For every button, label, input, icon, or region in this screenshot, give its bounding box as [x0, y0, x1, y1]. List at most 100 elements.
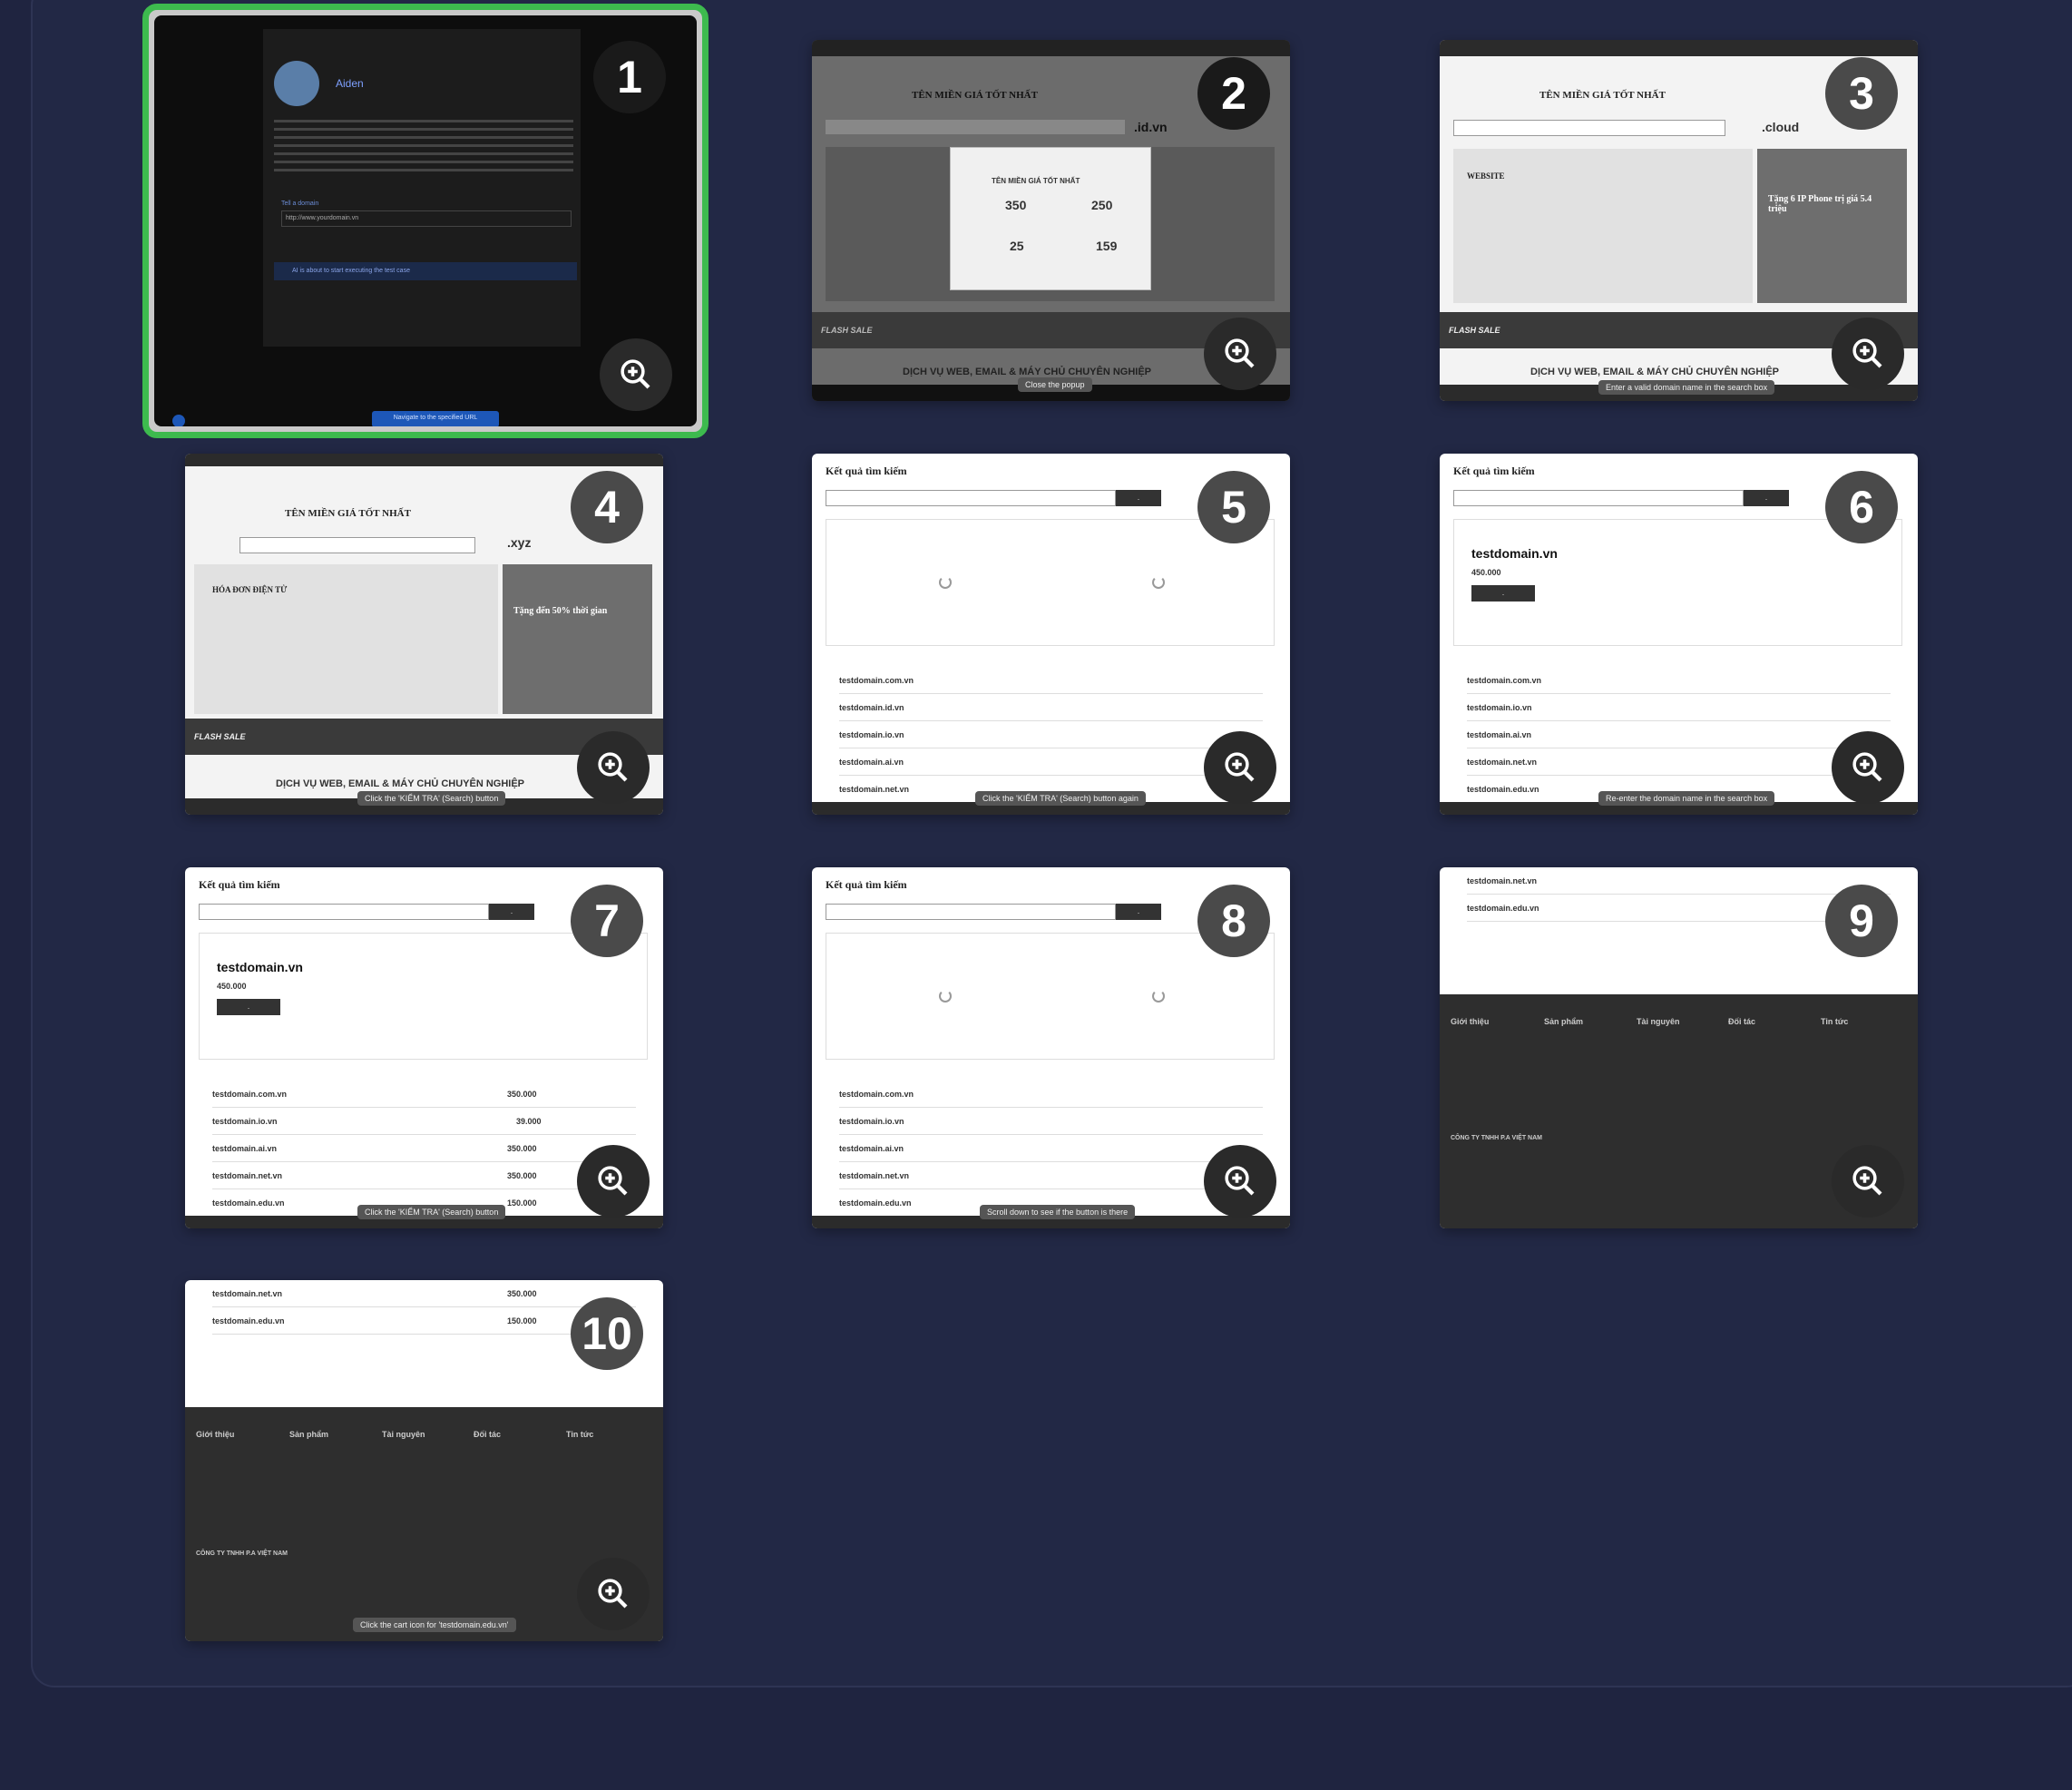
footer-col: Sản phẩm	[289, 1430, 329, 1439]
result-row: testdomain.io.vn	[1467, 694, 1891, 721]
result-row: testdomain.io.vn	[212, 1108, 636, 1135]
flash-sale-label: FLASH SALE	[1449, 326, 1500, 335]
action-label: Navigate to the specified URL	[372, 411, 499, 426]
url-input: http://www.yourdomain.vn	[281, 210, 572, 227]
flash-sale-label: FLASH SALE	[194, 732, 246, 741]
user-name: Aiden	[336, 77, 364, 90]
banner-text: DỊCH VỤ WEB, EMAIL & MÁY CHỦ CHUYÊN NGHI…	[276, 778, 525, 789]
step-card-7[interactable]: Kết quả tìm kiếm . testdomain.vn 450.000…	[185, 867, 663, 1228]
results-title: Kết quả tìm kiếm	[826, 465, 907, 477]
zoom-in-icon	[621, 359, 650, 389]
step-tooltip: Click the 'KIỂM TRA' (Search) button	[357, 791, 506, 806]
zoom-in-icon	[1225, 752, 1255, 782]
step-number-badge: 5	[1197, 471, 1270, 543]
step-card-5[interactable]: Kết quả tìm kiếm . testdomain.com.vn tes…	[812, 454, 1290, 815]
result-row: testdomain.net.vn	[1467, 748, 1891, 776]
zoom-button[interactable]	[1204, 731, 1276, 804]
result-row: testdomain.net.vn	[212, 1280, 636, 1307]
results-title: Kết quả tìm kiếm	[1453, 465, 1535, 477]
step-number-badge: 7	[571, 885, 643, 957]
step-number-badge: 6	[1825, 471, 1898, 543]
hero-heading: TÊN MIỀN GIÁ TỐT NHẤT	[285, 508, 411, 519]
step-number-badge: 8	[1197, 885, 1270, 957]
company-name: CÔNG TY TNHH P.A VIỆT NAM	[1451, 1135, 1542, 1141]
company-name: CÔNG TY TNHH P.A VIỆT NAM	[196, 1550, 288, 1557]
step-tooltip: Click the 'KIỂM TRA' (Search) button aga…	[975, 791, 1146, 806]
ext-label: .cloud	[1762, 120, 1800, 134]
step-number-badge: 4	[571, 471, 643, 543]
input-label: Tell a domain	[281, 201, 319, 207]
result-row: testdomain.net.vn	[212, 1162, 636, 1189]
zoom-in-icon	[1225, 1166, 1255, 1196]
ext-label: .xyz	[507, 535, 532, 550]
domain-price: 450.000	[1471, 568, 1501, 577]
hero-heading: TÊN MIỀN GIÁ TỐT NHẤT	[1539, 90, 1666, 101]
avatar	[274, 61, 319, 106]
result-row: testdomain.com.vn	[212, 1081, 636, 1108]
zoom-button[interactable]	[1832, 731, 1904, 804]
result-row: testdomain.net.vn	[839, 1162, 1263, 1189]
domain-price: 450.000	[217, 982, 247, 991]
zoom-button[interactable]	[1832, 318, 1904, 390]
step-tooltip: Enter a valid domain name in the search …	[1598, 380, 1775, 395]
footer-col: Giới thiệu	[1451, 1017, 1490, 1026]
results-title: Kết quả tìm kiếm	[826, 878, 907, 891]
zoom-button[interactable]	[1832, 1145, 1904, 1218]
row-price: 350.000	[507, 1171, 537, 1180]
step-number-badge: 2	[1197, 57, 1270, 130]
zoom-in-icon	[1852, 338, 1882, 368]
result-row: testdomain.com.vn	[839, 667, 1263, 694]
result-row: testdomain.id.vn	[839, 694, 1263, 721]
step-card-8[interactable]: Kết quả tìm kiếm . testdomain.com.vn tes…	[812, 867, 1290, 1228]
row-price: 350.000	[507, 1289, 537, 1298]
step-number-badge: 9	[1825, 885, 1898, 957]
row-price: 39.000	[516, 1117, 542, 1126]
step-card-2[interactable]: TÊN MIỀN GIÁ TỐT NHẤT .id.vn TÊN MIỀN GI…	[812, 40, 1290, 401]
step-tooltip: Scroll down to see if the button is ther…	[980, 1205, 1136, 1219]
banner-text: DỊCH VỤ WEB, EMAIL & MÁY CHỦ CHUYÊN NGHI…	[903, 367, 1152, 377]
result-row: testdomain.ai.vn	[1467, 721, 1891, 748]
step-tooltip: Re-enter the domain name in the search b…	[1598, 791, 1775, 806]
ext-label: .id.vn	[1134, 120, 1168, 134]
zoom-in-icon	[1852, 752, 1882, 782]
row-price: 150.000	[507, 1316, 537, 1325]
result-row: testdomain.com.vn	[1467, 667, 1891, 694]
step-card-6[interactable]: Kết quả tìm kiếm . testdomain.vn 450.000…	[1440, 454, 1918, 815]
footer-col: Tin tức	[1821, 1017, 1849, 1026]
zoom-button[interactable]	[577, 1145, 650, 1218]
row-price: 150.000	[507, 1198, 537, 1208]
result-row: testdomain.io.vn	[839, 721, 1263, 748]
footer-col: Tin tức	[566, 1430, 594, 1439]
zoom-button[interactable]	[600, 338, 672, 411]
result-row: testdomain.ai.vn	[212, 1135, 636, 1162]
zoom-button[interactable]	[577, 1558, 650, 1630]
row-price: 350.000	[507, 1090, 537, 1099]
result-row: testdomain.ai.vn	[839, 748, 1263, 776]
result-row: testdomain.ai.vn	[839, 1135, 1263, 1162]
step-card-4[interactable]: TÊN MIỀN GIÁ TỐT NHẤT .xyz HÓA ĐƠN ĐIỆN …	[185, 454, 663, 815]
step-number-badge: 3	[1825, 57, 1898, 130]
banner-text: DỊCH VỤ WEB, EMAIL & MÁY CHỦ CHUYÊN NGHI…	[1530, 367, 1780, 377]
step-card-9[interactable]: testdomain.net.vn testdomain.edu.vn Giới…	[1440, 867, 1918, 1228]
status-banner: AI is about to start executing the test …	[274, 262, 577, 280]
domain-title: testdomain.vn	[217, 960, 303, 974]
zoom-in-icon	[598, 1166, 628, 1196]
row-price: 350.000	[507, 1144, 537, 1153]
promo-modal: TÊN MIỀN GIÁ TỐT NHẤT 350 250 25 159	[950, 147, 1151, 290]
step-tooltip: Click the cart icon for 'testdomain.edu.…	[353, 1618, 516, 1632]
zoom-button[interactable]	[577, 731, 650, 804]
step-tooltip: Close the popup	[1018, 377, 1092, 392]
step-card-1[interactable]: Aiden Tell a domain http://www.yourdomai…	[142, 4, 709, 438]
step-card-10[interactable]: testdomain.net.vn testdomain.edu.vn 350.…	[185, 1280, 663, 1641]
footer-col: Đối tác	[474, 1430, 502, 1439]
footer-col: Tài nguyên	[1637, 1017, 1680, 1026]
footer-col: Tài nguyên	[382, 1430, 425, 1439]
step-card-3[interactable]: TÊN MIỀN GIÁ TỐT NHẤT .cloud WEBSITE Tặn…	[1440, 40, 1918, 401]
results-title: Kết quả tìm kiếm	[199, 878, 280, 891]
flash-sale-label: FLASH SALE	[821, 326, 873, 335]
zoom-button[interactable]	[1204, 318, 1276, 390]
zoom-in-icon	[598, 752, 628, 782]
zoom-in-icon	[598, 1579, 628, 1609]
zoom-button[interactable]	[1204, 1145, 1276, 1218]
step-number-badge: 1	[593, 41, 666, 113]
